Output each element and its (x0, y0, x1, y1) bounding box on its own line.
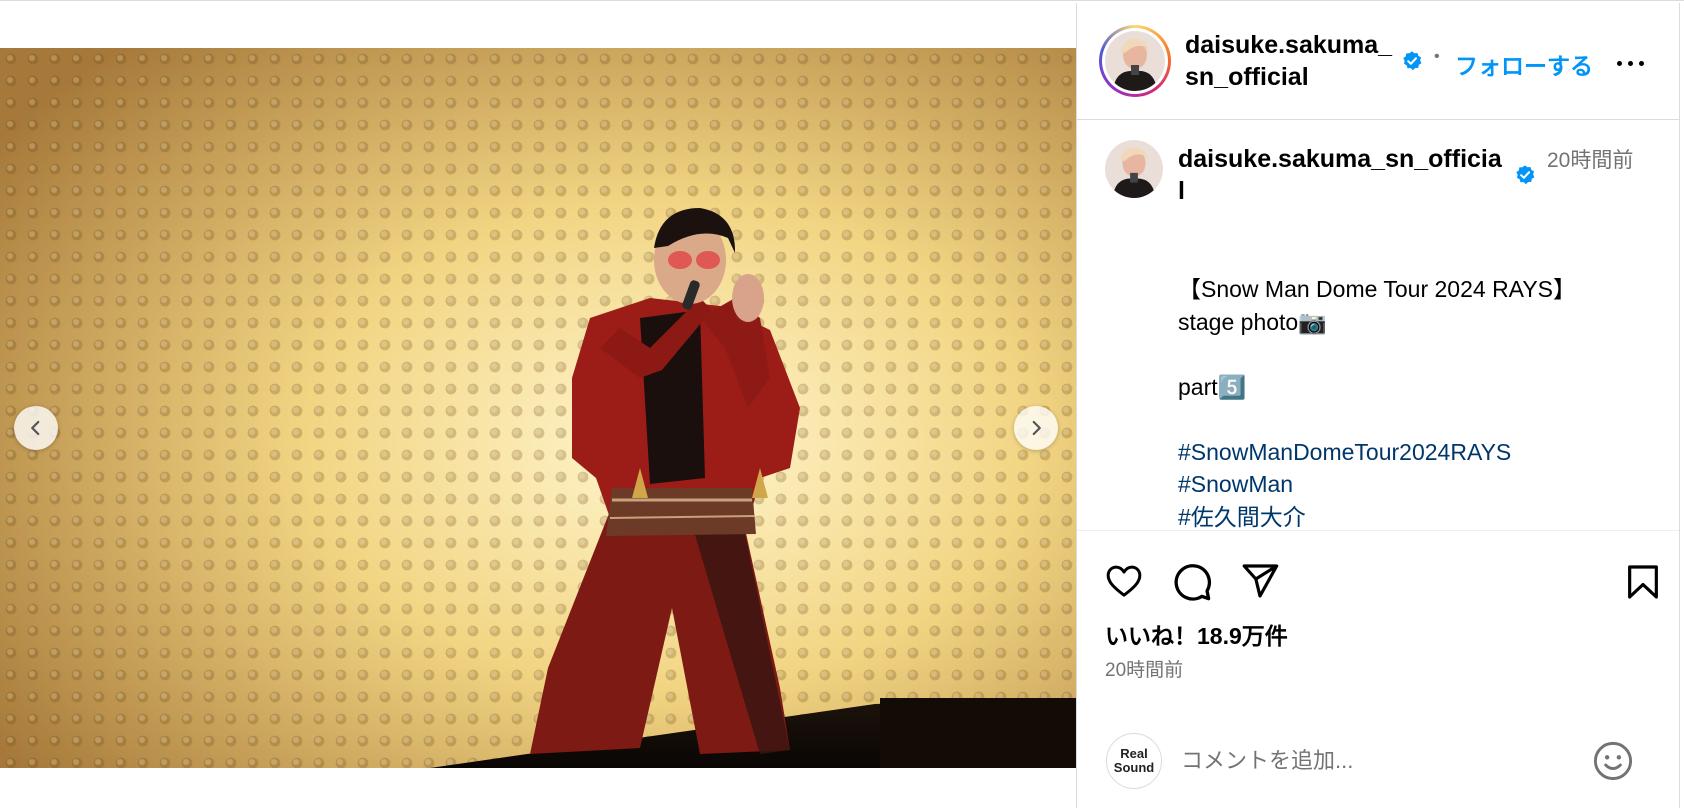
post-header: daisuke.sakuma_sn_official • フォローする (1077, 3, 1680, 120)
verified-badge-icon (1516, 165, 1535, 185)
instagram-post-view: daisuke.sakuma_sn_official • フォローする dais… (0, 0, 1684, 808)
post-media[interactable] (0, 48, 1076, 768)
story-avatar-ring[interactable] (1099, 25, 1171, 97)
caption-timestamp[interactable]: 20時間前 (1547, 145, 1667, 176)
caption-line: 【Snow Man Dome Tour 2024 RAYS】 (1178, 276, 1576, 302)
post-details-pane: daisuke.sakuma_sn_official • フォローする dais… (1076, 3, 1680, 808)
caption-line: stage photo📷 (1178, 308, 1327, 335)
hashtag-link[interactable]: #佐久間大介 (1178, 501, 1648, 530)
avatar-photo (1105, 31, 1165, 91)
hashtag-link[interactable]: #SnowManDomeTour2024RAYS (1178, 436, 1648, 469)
header-username[interactable]: daisuke.sakuma_sn_official (1185, 29, 1395, 93)
bookmark-icon[interactable] (1623, 561, 1663, 603)
more-dots-icon (1617, 60, 1622, 66)
chevron-left-icon (31, 420, 40, 436)
chevron-right-icon (1032, 420, 1041, 436)
pane-border (1679, 3, 1680, 808)
paper-plane-icon[interactable] (1239, 561, 1281, 601)
caption-username[interactable]: daisuke.sakuma_sn_official (1178, 143, 1508, 207)
avatar (1105, 31, 1165, 91)
hashtag-link[interactable]: #SnowMan (1178, 468, 1648, 501)
follow-button[interactable]: フォローする (1455, 47, 1593, 81)
commenter-avatar[interactable]: Real Sound (1106, 733, 1162, 789)
caption-avatar[interactable] (1105, 140, 1163, 198)
caption-line: part5️⃣ (1178, 373, 1247, 400)
stage-photo (0, 48, 1076, 768)
heart-icon[interactable] (1103, 561, 1145, 601)
smiley-icon[interactable] (1591, 739, 1635, 783)
header-separator: • (1434, 48, 1440, 65)
prev-photo-button[interactable] (14, 406, 58, 450)
post-timestamp[interactable]: 20時間前 (1105, 655, 1183, 682)
next-photo-button[interactable] (1014, 406, 1058, 450)
verified-badge-icon (1403, 51, 1422, 71)
caption-line (1178, 403, 1648, 436)
likes-count[interactable]: いいね！18.9万件 (1105, 617, 1288, 651)
avatar-logo-line-2: Sound (1113, 760, 1155, 775)
avatar-photo (1105, 140, 1163, 198)
comment-bubble-icon[interactable] (1171, 561, 1213, 603)
more-options-button[interactable] (1617, 53, 1653, 73)
caption-line (1178, 338, 1648, 371)
caption-text: 【Snow Man Dome Tour 2024 RAYS】 stage phot… (1178, 273, 1648, 529)
comment-input[interactable] (1181, 743, 1561, 779)
actions-divider (1077, 530, 1680, 531)
avatar-logo-line-1: Real (1120, 746, 1148, 761)
